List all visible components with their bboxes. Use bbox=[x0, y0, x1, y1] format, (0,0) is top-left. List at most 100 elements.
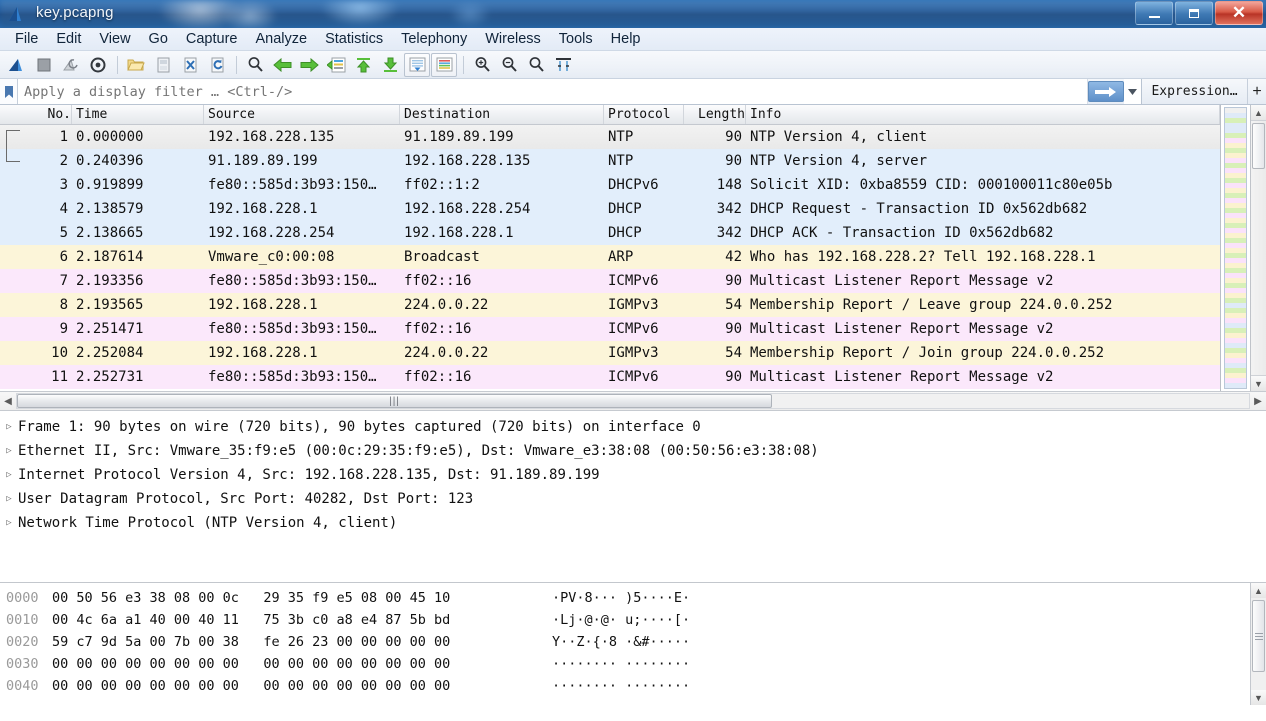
apply-filter-button[interactable] bbox=[1088, 81, 1124, 102]
expand-triangle-icon[interactable]: ▷ bbox=[0, 470, 18, 480]
expand-triangle-icon[interactable]: ▷ bbox=[0, 518, 18, 528]
scroll-up-icon[interactable]: ▲ bbox=[1251, 105, 1266, 121]
add-filter-button[interactable]: + bbox=[1248, 79, 1266, 104]
colorize-icon[interactable] bbox=[431, 52, 457, 77]
table-row[interactable]: 3 0.919899 fe80::585d:3b93:150… ff02::1:2 DH… bbox=[0, 173, 1220, 197]
capture-options-icon[interactable] bbox=[85, 53, 111, 77]
detail-tree-item[interactable]: ▷ Ethernet II, Src: Vmware_35:f9:e5 (00:0… bbox=[0, 439, 1266, 463]
hex-dump-row[interactable]: 0020 59 c7 9d 5a 00 7b 00 38 fe 26 23 00 … bbox=[0, 631, 1250, 653]
hex-dump-row[interactable]: 0000 00 50 56 e3 38 08 00 0c 29 35 f9 e5 … bbox=[0, 587, 1250, 609]
go-to-packet-icon[interactable] bbox=[323, 53, 349, 77]
hex-ascii: ·Lj·@·@· u;····[· bbox=[552, 612, 691, 628]
menu-item-go[interactable]: Go bbox=[140, 29, 177, 49]
cell-protocol: DHCPv6 bbox=[608, 177, 659, 193]
packet-list-horizontal-scrollbar[interactable]: ◀ ||| ▶ bbox=[0, 391, 1266, 411]
go-forward-icon[interactable] bbox=[296, 53, 322, 77]
detail-tree-item[interactable]: ▷ Frame 1: 90 bytes on wire (720 bits), 9… bbox=[0, 415, 1266, 439]
table-row[interactable]: 10 2.252084 192.168.228.1 224.0.0.22 IGMPv3 5… bbox=[0, 341, 1220, 365]
menu-item-wireless[interactable]: Wireless bbox=[476, 29, 550, 49]
hscroll-track[interactable]: ||| bbox=[16, 393, 1250, 409]
menu-item-tools[interactable]: Tools bbox=[550, 29, 602, 49]
column-header-length[interactable]: Length bbox=[684, 105, 746, 124]
hex-scroll-thumb[interactable] bbox=[1252, 600, 1265, 672]
chevron-down-icon[interactable] bbox=[1124, 79, 1142, 104]
detail-tree-item[interactable]: ▷ Internet Protocol Version 4, Src: 192.1… bbox=[0, 463, 1266, 487]
go-to-first-icon[interactable] bbox=[350, 53, 376, 77]
menu-item-edit[interactable]: Edit bbox=[47, 29, 90, 49]
normal-size-icon[interactable] bbox=[523, 53, 549, 77]
scroll-down-icon[interactable]: ▼ bbox=[1251, 375, 1266, 391]
expand-triangle-icon[interactable]: ▷ bbox=[0, 446, 18, 456]
cell-source: 192.168.228.254 bbox=[208, 225, 335, 241]
cell-info: NTP Version 4, client bbox=[750, 129, 928, 145]
go-back-icon[interactable] bbox=[269, 53, 295, 77]
hex-dump-row[interactable]: 0010 00 4c 6a a1 40 00 40 11 75 3b c0 a8 … bbox=[0, 609, 1250, 631]
hex-scroll-down-icon[interactable]: ▼ bbox=[1251, 690, 1266, 705]
hex-dump-row[interactable]: 0040 00 00 00 00 00 00 00 00 00 00 00 00 … bbox=[0, 675, 1250, 697]
table-row[interactable]: 5 2.138665 192.168.228.254 192.168.228.1 DHC… bbox=[0, 221, 1220, 245]
auto-scroll-icon[interactable] bbox=[404, 52, 430, 77]
cell-source: fe80::585d:3b93:150… bbox=[208, 177, 377, 193]
cell-time: 2.251471 bbox=[76, 321, 144, 337]
zoom-out-icon[interactable] bbox=[496, 53, 522, 77]
cell-no: 9 bbox=[59, 321, 68, 337]
close-icon: ✕ bbox=[1231, 3, 1247, 22]
reload-file-icon[interactable] bbox=[204, 53, 230, 77]
search-input[interactable] bbox=[18, 79, 1088, 104]
expand-triangle-icon[interactable]: ▷ bbox=[0, 422, 18, 432]
close-button[interactable]: ✕ bbox=[1215, 1, 1263, 25]
cell-time: 2.252731 bbox=[76, 369, 144, 385]
minimize-button[interactable] bbox=[1135, 1, 1173, 25]
detail-tree-item[interactable]: ▷ Network Time Protocol (NTP Version 4, c… bbox=[0, 511, 1266, 535]
zoom-in-icon[interactable] bbox=[469, 53, 495, 77]
menu-item-capture[interactable]: Capture bbox=[177, 29, 247, 49]
menu-item-analyze[interactable]: Analyze bbox=[246, 29, 316, 49]
restart-capture-icon[interactable] bbox=[58, 53, 84, 77]
stop-capture-icon[interactable] bbox=[31, 53, 57, 77]
scroll-left-icon[interactable]: ◀ bbox=[0, 396, 16, 407]
table-row[interactable]: 4 2.138579 192.168.228.1 192.168.228.254 DHC… bbox=[0, 197, 1220, 221]
hex-dump-row[interactable]: 0030 00 00 00 00 00 00 00 00 00 00 00 00 … bbox=[0, 653, 1250, 675]
table-row[interactable]: 8 2.193565 192.168.228.1 224.0.0.22 IGMPv3 54… bbox=[0, 293, 1220, 317]
go-to-last-icon[interactable] bbox=[377, 53, 403, 77]
menu-item-statistics[interactable]: Statistics bbox=[316, 29, 392, 49]
start-capture-icon[interactable] bbox=[4, 53, 30, 77]
menu-item-file[interactable]: File bbox=[6, 29, 47, 49]
menu-item-view[interactable]: View bbox=[90, 29, 139, 49]
table-row[interactable]: 11 2.252731 fe80::585d:3b93:150… ff02::16 IC… bbox=[0, 365, 1220, 389]
bookmark-icon[interactable] bbox=[0, 79, 18, 104]
hex-vertical-scrollbar[interactable]: ▲ ▼ bbox=[1250, 583, 1266, 705]
table-row[interactable]: 1 0.000000 192.168.228.135 91.189.89.199 NTP… bbox=[0, 125, 1220, 149]
menu-item-help[interactable]: Help bbox=[602, 29, 650, 49]
cell-length: 90 bbox=[725, 321, 742, 337]
column-header-protocol[interactable]: Protocol bbox=[604, 105, 684, 124]
expand-triangle-icon[interactable]: ▷ bbox=[0, 494, 18, 504]
hex-scroll-up-icon[interactable]: ▲ bbox=[1251, 583, 1266, 598]
scroll-right-icon[interactable]: ▶ bbox=[1250, 396, 1266, 407]
close-file-icon[interactable] bbox=[177, 53, 203, 77]
table-row[interactable]: 2 0.240396 91.189.89.199 192.168.228.135 NTP… bbox=[0, 149, 1220, 173]
column-header-time[interactable]: Time bbox=[72, 105, 204, 124]
open-file-icon[interactable] bbox=[123, 53, 149, 77]
table-row[interactable]: 9 2.251471 fe80::585d:3b93:150… ff02::16 ICM… bbox=[0, 317, 1220, 341]
expression-button[interactable]: Expression… bbox=[1142, 79, 1248, 104]
cell-no: 4 bbox=[59, 201, 68, 217]
scroll-thumb[interactable] bbox=[1252, 123, 1265, 169]
column-header-info[interactable]: Info bbox=[746, 105, 1220, 124]
detail-tree-item[interactable]: ▷ User Datagram Protocol, Src Port: 40282… bbox=[0, 487, 1266, 511]
hscroll-thumb[interactable]: ||| bbox=[17, 394, 772, 408]
save-file-icon[interactable] bbox=[150, 53, 176, 77]
table-row[interactable]: 6 2.187614 Vmware_c0:00:08 Broadcast ARP 42 Wh… bbox=[0, 245, 1220, 269]
cell-time: 2.138579 bbox=[76, 201, 144, 217]
table-row[interactable]: 7 2.193356 fe80::585d:3b93:150… ff02::16 ICM… bbox=[0, 269, 1220, 293]
column-header-no[interactable]: No. bbox=[0, 105, 72, 124]
menu-item-telephony[interactable]: Telephony bbox=[392, 29, 476, 49]
maximize-button[interactable] bbox=[1175, 1, 1213, 25]
intelligent-scrollbar-minimap[interactable] bbox=[1220, 105, 1250, 391]
column-header-source[interactable]: Source bbox=[204, 105, 400, 124]
resize-columns-icon[interactable] bbox=[550, 53, 576, 77]
cell-protocol: ICMPv6 bbox=[608, 369, 659, 385]
column-header-destination[interactable]: Destination bbox=[400, 105, 604, 124]
packet-list-vertical-scrollbar[interactable]: ▲ ▼ bbox=[1250, 105, 1266, 391]
find-packet-icon[interactable] bbox=[242, 53, 268, 77]
